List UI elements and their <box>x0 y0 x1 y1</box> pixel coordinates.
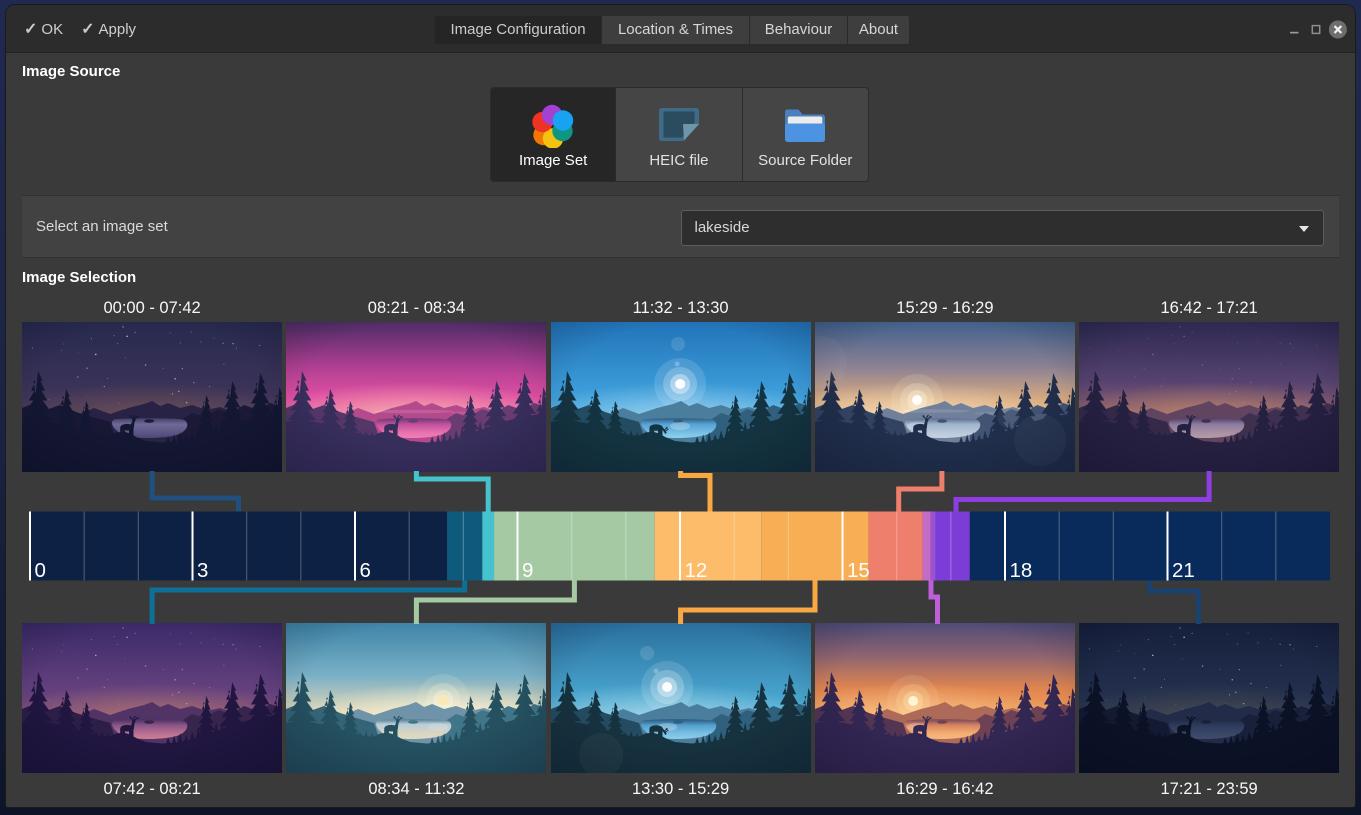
svg-text:12: 12 <box>685 559 708 582</box>
svg-text:15: 15 <box>847 559 870 582</box>
svg-text:3: 3 <box>197 559 208 582</box>
svg-text:0: 0 <box>35 559 46 582</box>
svg-text:18: 18 <box>1010 559 1033 582</box>
svg-text:6: 6 <box>360 559 371 582</box>
svg-text:21: 21 <box>1172 559 1195 582</box>
svg-text:9: 9 <box>522 559 533 582</box>
